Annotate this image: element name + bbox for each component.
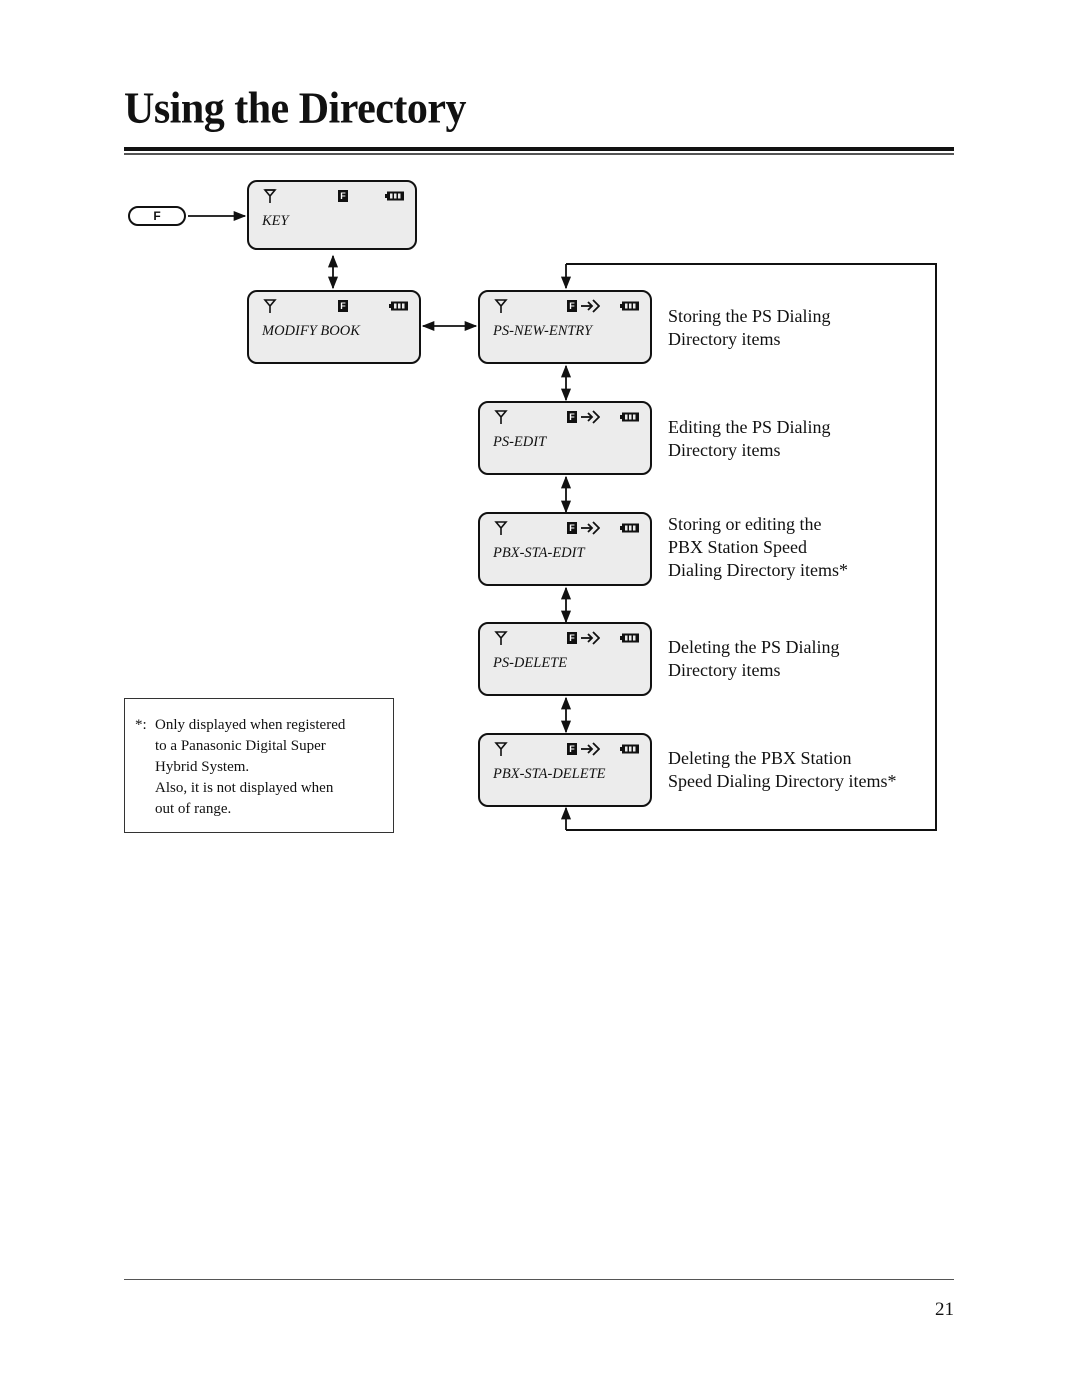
lcd-text: PBX-STA-EDIT <box>493 545 585 561</box>
function-icon: F <box>567 300 577 312</box>
battery-icon <box>620 301 639 311</box>
battery-icon <box>620 523 639 533</box>
footnote-box: *: Only displayed when registered to a P… <box>124 698 394 833</box>
lcd-display-ps-edit: F PS-EDIT <box>478 401 652 475</box>
antenna-icon <box>494 299 508 313</box>
description-ps-new-entry: Storing the PS Dialing Directory items <box>668 305 831 351</box>
function-icon: F <box>338 300 348 312</box>
description-pbx-sta-edit: Storing or editing the PBX Station Speed… <box>668 513 848 582</box>
footer-rule <box>124 1279 954 1280</box>
arrow-in-icon <box>581 521 600 535</box>
footnote-line: Hybrid System. <box>155 759 250 775</box>
footnote-line: Only displayed when registered <box>155 717 346 733</box>
lcd-display-ps-new-entry: F PS-NEW-ENTRY <box>478 290 652 364</box>
lcd-text: PS-DELETE <box>493 655 568 671</box>
page-number: 21 <box>935 1299 954 1320</box>
antenna-icon <box>494 521 508 535</box>
lcd-display-modify-book: F MODIFY BOOK <box>247 290 421 364</box>
lcd-display-key: F KEY <box>247 180 417 250</box>
arrow-in-icon <box>581 742 600 756</box>
antenna-icon <box>494 742 508 756</box>
arrow-in-icon <box>581 299 600 313</box>
battery-icon <box>620 412 639 422</box>
function-icon: F <box>338 190 348 202</box>
description-line: Deleting the PS Dialing <box>668 637 840 657</box>
lcd-display-ps-delete: F PS-DELETE <box>478 622 652 696</box>
lcd-text: MODIFY BOOK <box>262 323 360 339</box>
battery-icon <box>389 301 408 311</box>
function-icon: F <box>567 522 577 534</box>
description-line: Storing or editing the <box>668 514 822 534</box>
description-line: Directory items <box>668 329 781 349</box>
description-line: PBX Station Speed <box>668 537 808 557</box>
footnote-line: out of range. <box>155 801 232 817</box>
function-icon: F <box>567 743 577 755</box>
description-line: Directory items <box>668 660 781 680</box>
description-line: Storing the PS Dialing <box>668 306 831 326</box>
battery-icon <box>620 633 639 643</box>
antenna-icon <box>494 410 508 424</box>
description-line: Deleting the PBX Station <box>668 748 852 768</box>
footnote-line: Also, it is not displayed when <box>155 780 334 796</box>
battery-icon <box>620 744 639 754</box>
arrow-in-icon <box>581 631 600 645</box>
lcd-text: PBX-STA-DELETE <box>493 766 606 782</box>
description-line: Editing the PS Dialing <box>668 417 831 437</box>
arrow-in-icon <box>581 410 600 424</box>
antenna-icon <box>263 299 277 313</box>
description-line: Speed Dialing Directory items* <box>668 771 897 791</box>
function-icon: F <box>567 411 577 423</box>
function-icon: F <box>567 632 577 644</box>
lcd-display-pbx-sta-edit: F PBX-STA-EDIT <box>478 512 652 586</box>
battery-icon <box>385 191 404 201</box>
footnote-mark: *: <box>135 717 147 733</box>
lcd-text: KEY <box>262 213 289 229</box>
footnote-line: to a Panasonic Digital Super <box>155 738 326 754</box>
description-line: Dialing Directory items* <box>668 560 848 580</box>
description-pbx-sta-delete: Deleting the PBX Station Speed Dialing D… <box>668 747 896 793</box>
lcd-text: PS-NEW-ENTRY <box>493 323 593 339</box>
description-ps-delete: Deleting the PS Dialing Directory items <box>668 636 839 682</box>
lcd-display-pbx-sta-delete: F PBX-STA-DELETE <box>478 733 652 807</box>
description-line: Directory items <box>668 440 781 460</box>
description-ps-edit: Editing the PS Dialing Directory items <box>668 416 831 462</box>
antenna-icon <box>263 189 277 203</box>
antenna-icon <box>494 631 508 645</box>
lcd-text: PS-EDIT <box>493 434 547 450</box>
f-key-button[interactable]: F <box>128 206 186 226</box>
